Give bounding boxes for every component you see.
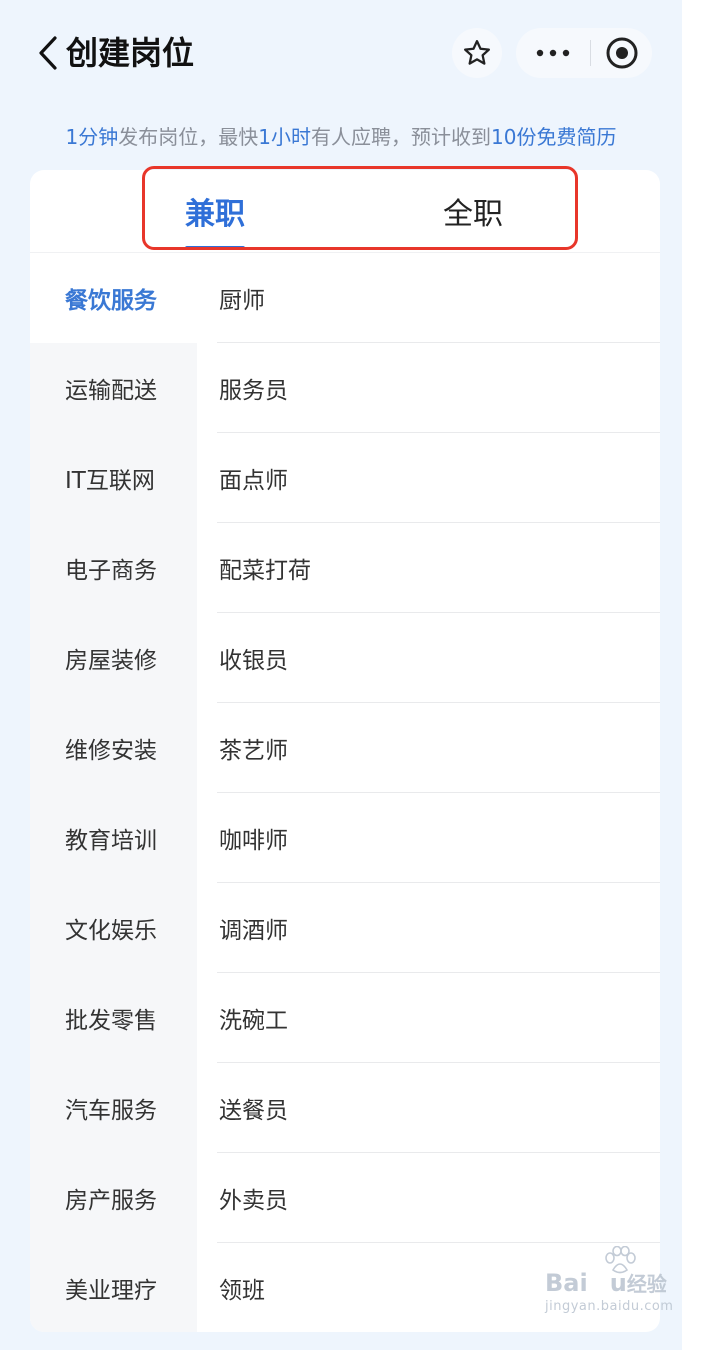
- tab-full-time[interactable]: 全职: [413, 170, 533, 252]
- category-item[interactable]: 文化娱乐: [30, 883, 197, 973]
- category-item[interactable]: 美业理疗: [30, 1243, 197, 1332]
- promo-highlight-resumes: 10份免费简历: [491, 125, 617, 149]
- category-item[interactable]: 批发零售: [30, 973, 197, 1063]
- screenshot-margin: [682, 0, 714, 1350]
- active-tab-indicator: [185, 246, 245, 250]
- more-button[interactable]: [516, 28, 590, 78]
- promo-text: 1分钟发布岗位，最快1小时有人应聘，预计收到10份免费简历: [0, 121, 682, 150]
- category-item[interactable]: IT互联网: [30, 433, 197, 523]
- app-screen: 创建岗位 1分钟发布岗位，最快1小时有人应聘，预计收到10份免费简历 兼职 全职…: [0, 0, 682, 1350]
- category-item[interactable]: 房屋装修: [30, 613, 197, 703]
- job-item[interactable]: 洗碗工: [217, 973, 660, 1063]
- job-item[interactable]: 咖啡师: [217, 793, 660, 883]
- paw-logo-icon: [605, 1246, 636, 1274]
- back-button[interactable]: [32, 30, 64, 76]
- promo-text-2: 有人应聘，预计收到: [311, 125, 491, 149]
- chevron-left-icon: [39, 36, 57, 70]
- category-item[interactable]: 房产服务: [30, 1153, 197, 1243]
- more-dots-icon: [536, 49, 570, 57]
- tab-part-time[interactable]: 兼职: [155, 170, 275, 252]
- page-title: 创建岗位: [66, 34, 195, 72]
- job-item[interactable]: 调酒师: [217, 883, 660, 973]
- target-circle-icon: [606, 37, 637, 69]
- job-item[interactable]: 服务员: [217, 343, 660, 433]
- promo-highlight-hour: 1小时: [258, 125, 311, 149]
- star-outline-icon: [464, 40, 490, 65]
- watermark-url: jingyan.baidu.com: [545, 1299, 674, 1314]
- job-item[interactable]: 面点师: [217, 433, 660, 523]
- category-item[interactable]: 电子商务: [30, 523, 197, 613]
- category-item[interactable]: 汽车服务: [30, 1063, 197, 1153]
- job-item[interactable]: 茶艺师: [217, 703, 660, 793]
- job-picker-card: 兼职 全职 餐饮服务 运输配送 IT互联网 电子商务 房屋装修 维修安装 教育培…: [30, 170, 660, 1332]
- favorite-button[interactable]: [452, 28, 502, 78]
- promo-text-1: 发布岗位，最快: [118, 125, 259, 149]
- category-item[interactable]: 维修安装: [30, 703, 197, 793]
- category-item[interactable]: 教育培训: [30, 793, 197, 883]
- category-item[interactable]: 运输配送: [30, 343, 197, 433]
- job-item[interactable]: 送餐员: [217, 1063, 660, 1153]
- category-item[interactable]: 餐饮服务: [30, 253, 197, 343]
- job-item[interactable]: 收银员: [217, 613, 660, 703]
- category-list: 餐饮服务 运输配送 IT互联网 电子商务 房屋装修 维修安装 教育培训 文化娱乐…: [30, 253, 197, 1332]
- job-type-tabs: 兼职 全职: [30, 170, 660, 253]
- job-item[interactable]: 外卖员: [217, 1153, 660, 1243]
- close-miniprogram-button[interactable]: [591, 28, 652, 78]
- job-item[interactable]: 厨师: [217, 253, 660, 343]
- menu-capsule: [516, 28, 652, 78]
- baidu-jingyan-watermark: Bai u经验 jingyan.baidu.com: [545, 1246, 680, 1332]
- job-list: 厨师 服务员 面点师 配菜打荷 收银员 茶艺师 咖啡师 调酒师 洗碗工 送餐员 …: [197, 253, 660, 1332]
- job-item[interactable]: 配菜打荷: [217, 523, 660, 613]
- promo-highlight-time: 1分钟: [65, 125, 119, 149]
